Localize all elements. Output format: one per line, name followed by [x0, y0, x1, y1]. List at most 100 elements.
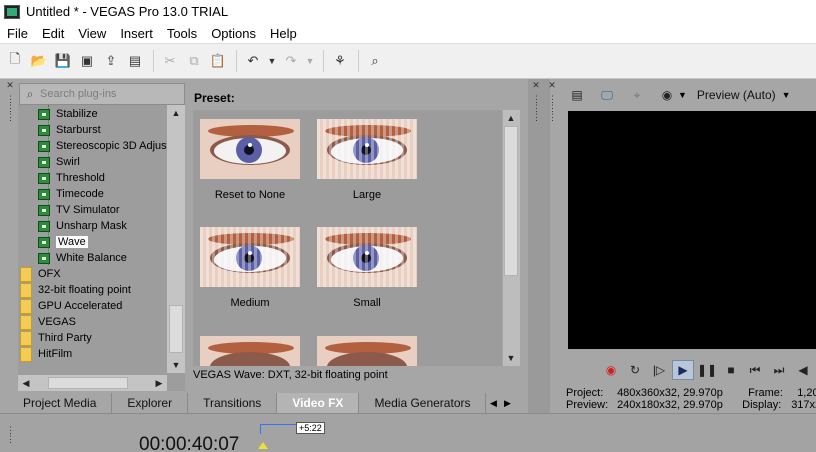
play-icon[interactable]: ▶: [672, 360, 694, 380]
tree-plugin-item[interactable]: Starburst: [38, 122, 101, 138]
panel-close-icon[interactable]: ✕: [532, 81, 540, 90]
preview-quality-select[interactable]: Preview (Auto): [697, 88, 776, 102]
stop-icon[interactable]: ■: [720, 360, 742, 380]
plugin-search-input[interactable]: [40, 88, 180, 100]
panel-grip-handle[interactable]: ⋮ ⋮ ⋮: [548, 95, 557, 122]
preview-properties-icon[interactable]: ▤: [566, 85, 588, 105]
preset-small[interactable]: Small: [317, 227, 417, 309]
split-screen-icon[interactable]: ⌖: [626, 85, 648, 105]
undo-dropdown-icon[interactable]: ▼: [266, 50, 278, 72]
menu-tools[interactable]: Tools: [160, 26, 204, 41]
scroll-down-icon[interactable]: ▼: [168, 357, 184, 373]
tree-plugin-item[interactable]: Threshold: [38, 170, 105, 186]
menu-options[interactable]: Options: [204, 26, 263, 41]
go-to-end-icon[interactable]: ⏭: [768, 360, 790, 380]
tree-plugin-item[interactable]: Unsharp Mask: [38, 218, 127, 234]
preview-quality-dropdown-icon[interactable]: ▼: [782, 90, 791, 100]
preset-medium[interactable]: Medium: [200, 227, 300, 309]
tree-folder-item[interactable]: 32-bit floating point: [20, 282, 131, 298]
scroll-right-icon[interactable]: ▶: [151, 375, 167, 391]
what-is-this-help-icon[interactable]: ⌕: [364, 50, 386, 72]
scroll-down-icon[interactable]: ▼: [503, 350, 519, 366]
loop-region-flag[interactable]: [260, 424, 298, 434]
tree-folder-item[interactable]: VEGAS: [20, 314, 76, 330]
preset-vertical-scrollbar-track[interactable]: ▲ ▼: [503, 110, 520, 366]
menu-insert[interactable]: Insert: [113, 26, 160, 41]
menu-file[interactable]: File: [0, 26, 35, 41]
go-to-start-icon[interactable]: ⏮: [744, 360, 766, 380]
tree-horizontal-scrollbar[interactable]: ◀ ▶: [18, 375, 167, 391]
tree-plugin-item[interactable]: Wave: [38, 234, 88, 250]
video-preview-screen[interactable]: [568, 111, 816, 349]
properties-icon[interactable]: ▤: [124, 50, 146, 72]
tab-media-generators[interactable]: Media Generators: [359, 393, 487, 413]
panel-grip-handle[interactable]: ⋮ ⋮ ⋮: [6, 95, 15, 122]
tree-horizontal-scroll-thumb[interactable]: [48, 377, 128, 389]
loop-playback-icon[interactable]: ↻: [624, 360, 646, 380]
tree-plugin-item[interactable]: Stabilize: [38, 106, 98, 122]
panel-close-icon[interactable]: ✕: [6, 81, 14, 90]
plugin-tree[interactable]: Stabilize Starburst Stereoscopic 3D Adjust…: [18, 105, 185, 391]
tree-item-label: White Balance: [56, 252, 127, 264]
panel-grip-handle[interactable]: ⋮ ⋮ ⋮: [532, 95, 541, 122]
tab-scroll-left-icon[interactable]: ◀: [486, 398, 500, 409]
open-folder-icon[interactable]: 📂: [28, 50, 50, 72]
cut-icon[interactable]: ✂: [159, 50, 181, 72]
tree-vertical-scroll-thumb[interactable]: [169, 305, 183, 353]
preset-label: Reset to None: [214, 189, 286, 201]
copy-icon[interactable]: ⧉: [183, 50, 205, 72]
new-project-icon[interactable]: 🗋: [4, 50, 26, 72]
tab-explorer[interactable]: Explorer: [112, 393, 189, 413]
tree-plugin-item[interactable]: Timecode: [38, 186, 104, 202]
tab-transitions[interactable]: Transitions: [188, 393, 278, 413]
menu-edit[interactable]: Edit: [35, 26, 71, 41]
tree-plugin-item[interactable]: Swirl: [38, 154, 80, 170]
render-as-icon[interactable]: ⇪: [100, 50, 122, 72]
previous-frame-icon[interactable]: ◀: [792, 360, 814, 380]
undo-icon[interactable]: ↶: [242, 50, 264, 72]
tree-folder-item[interactable]: Third Party: [20, 330, 92, 346]
panel-close-icon[interactable]: ✕: [548, 81, 556, 90]
overlays-icon[interactable]: ◉: [656, 85, 678, 105]
save-as-icon[interactable]: ▣: [76, 50, 98, 72]
tree-folder-item[interactable]: HitFilm: [20, 346, 72, 362]
tree-plugin-item[interactable]: White Balance: [38, 250, 127, 266]
play-from-start-icon[interactable]: |▷: [648, 360, 670, 380]
preset-large[interactable]: Large: [317, 119, 417, 201]
external-monitor-icon[interactable]: 🖵: [596, 85, 618, 105]
tree-folder-item[interactable]: GPU Accelerated: [20, 298, 122, 314]
plugin-search-box[interactable]: ⌕: [19, 83, 185, 105]
scroll-left-icon[interactable]: ◀: [18, 375, 34, 391]
save-icon[interactable]: 💾: [52, 50, 74, 72]
record-icon[interactable]: ◉: [600, 360, 622, 380]
plugin-icon: [38, 156, 50, 168]
tab-project-media[interactable]: Project Media: [8, 393, 113, 413]
pause-icon[interactable]: ❚❚: [696, 360, 718, 380]
redo-icon[interactable]: ↷: [280, 50, 302, 72]
paste-icon[interactable]: 📋: [207, 50, 229, 72]
scroll-up-icon[interactable]: ▲: [503, 110, 519, 126]
redo-dropdown-icon[interactable]: ▼: [304, 50, 316, 72]
menu-view[interactable]: View: [71, 26, 113, 41]
overlays-dropdown-icon[interactable]: ▼: [678, 90, 687, 100]
tab-video-fx[interactable]: Video FX: [277, 393, 360, 413]
menu-help[interactable]: Help: [263, 26, 304, 41]
panel-splitter[interactable]: ✕ ⋮ ⋮ ⋮ ✕ ⋮ ⋮ ⋮: [528, 79, 557, 413]
tree-item-label: 32-bit floating point: [38, 284, 131, 296]
cursor-timecode[interactable]: 00:00:40:07: [139, 434, 239, 452]
tree-folder-item[interactable]: OFX: [20, 266, 61, 282]
tree-plugin-item[interactable]: Stereoscopic 3D Adjust: [38, 138, 167, 154]
plugin-icon: [38, 124, 50, 136]
enable-snapping-icon[interactable]: ⚘: [329, 50, 351, 72]
preset-partial-tile[interactable]: [317, 336, 417, 366]
tree-plugin-item[interactable]: TV Simulator: [38, 202, 120, 218]
cursor-marker-icon[interactable]: [258, 442, 268, 449]
timeline-grip-handle[interactable]: ⋮ ⋮: [6, 426, 15, 444]
vegas-app-icon[interactable]: [4, 4, 20, 19]
preset-scroll-thumb[interactable]: [504, 126, 518, 276]
scroll-up-icon[interactable]: ▲: [168, 105, 184, 121]
tab-scroll-right-icon[interactable]: ▶: [500, 398, 514, 409]
tree-vertical-scrollbar[interactable]: ▲ ▼: [167, 105, 185, 373]
preset-partial-tile[interactable]: [200, 336, 300, 366]
preset-reset-to-none[interactable]: Reset to None: [200, 119, 300, 201]
